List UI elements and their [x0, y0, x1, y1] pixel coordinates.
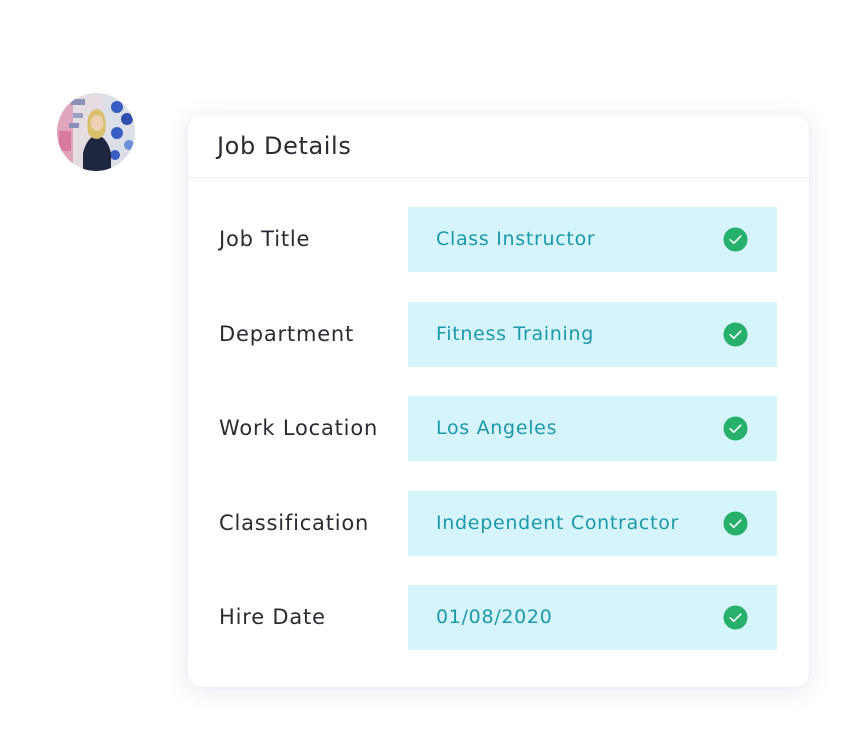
- hire-date-label: Hire Date: [219, 605, 326, 629]
- work-location-field[interactable]: Los Angeles: [408, 396, 777, 461]
- classification-value: Independent Contractor: [436, 512, 680, 534]
- work-location-row: Work Location Los Angeles: [188, 396, 809, 461]
- check-icon: [723, 605, 748, 630]
- classification-row: Classification Independent Contractor: [188, 491, 809, 556]
- job-title-value: Class Instructor: [436, 228, 596, 250]
- hire-date-field[interactable]: 01/08/2020: [408, 585, 777, 650]
- hire-date-value: 01/08/2020: [436, 606, 553, 628]
- page: Job Details Job Title Class Instructor D…: [0, 0, 842, 740]
- classification-field[interactable]: Independent Contractor: [408, 491, 777, 556]
- department-value: Fitness Training: [436, 323, 595, 345]
- hire-date-row: Hire Date 01/08/2020: [188, 585, 809, 650]
- avatar: [57, 93, 135, 171]
- check-icon: [723, 416, 748, 441]
- department-field[interactable]: Fitness Training: [408, 302, 777, 367]
- work-location-value: Los Angeles: [436, 417, 558, 439]
- check-icon: [723, 227, 748, 252]
- card-header: Job Details: [188, 115, 809, 178]
- job-details-card: Job Details Job Title Class Instructor D…: [188, 115, 809, 687]
- job-title-row: Job Title Class Instructor: [188, 207, 809, 272]
- work-location-label: Work Location: [219, 416, 379, 440]
- check-icon: [723, 322, 748, 347]
- check-icon: [723, 511, 748, 536]
- classification-label: Classification: [219, 511, 370, 535]
- department-label: Department: [219, 322, 355, 346]
- department-row: Department Fitness Training: [188, 302, 809, 367]
- card-title: Job Details: [217, 131, 352, 160]
- job-title-label: Job Title: [219, 227, 311, 251]
- job-title-field[interactable]: Class Instructor: [408, 207, 777, 272]
